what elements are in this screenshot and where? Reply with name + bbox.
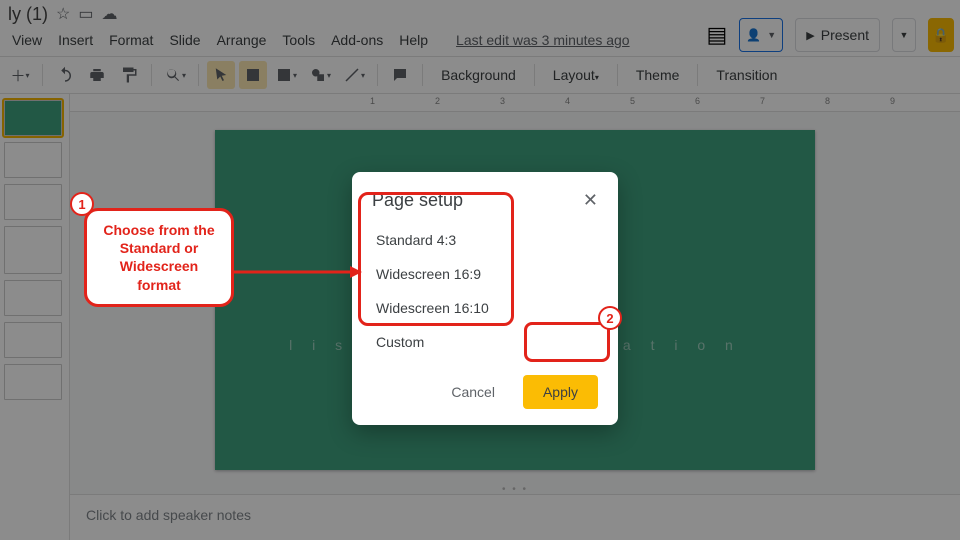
page-setup-options: Standard 4:3 Widescreen 16:9 Widescreen …: [352, 221, 618, 361]
slide-thumb[interactable]: [4, 142, 62, 178]
star-icon[interactable]: ☆: [56, 4, 70, 24]
image-tool[interactable]: ▾: [271, 61, 301, 89]
present-button[interactable]: ▶ Present: [795, 18, 880, 52]
theme-button[interactable]: Theme: [626, 67, 690, 83]
slide-thumb[interactable]: [4, 364, 62, 400]
caret-down-icon: ▼: [900, 30, 909, 40]
annotation-badge-1: 1: [70, 192, 94, 216]
cloud-icon[interactable]: ☁: [101, 4, 117, 24]
doc-title[interactable]: ly (1): [8, 4, 48, 25]
close-icon[interactable]: ✕: [583, 190, 598, 211]
cancel-button[interactable]: Cancel: [431, 375, 515, 409]
option-standard[interactable]: Standard 4:3: [352, 223, 618, 257]
slide-thumb[interactable]: [4, 184, 62, 220]
notes-resize-handle[interactable]: • • •: [70, 484, 960, 494]
select-tool[interactable]: [207, 61, 235, 89]
menu-format[interactable]: Format: [109, 32, 153, 48]
lock-button[interactable]: 🔒: [928, 18, 954, 52]
menu-arrange[interactable]: Arrange: [217, 32, 267, 48]
share-dropdown[interactable]: 👤 ▼: [739, 18, 783, 52]
slide-thumb[interactable]: [4, 226, 62, 274]
background-button[interactable]: Background: [431, 67, 526, 83]
menu-insert[interactable]: Insert: [58, 32, 93, 48]
option-custom[interactable]: Custom: [352, 325, 618, 359]
option-widescreen-169[interactable]: Widescreen 16:9: [352, 257, 618, 291]
page-setup-dialog: Page setup ✕ Standard 4:3 Widescreen 16:…: [352, 172, 618, 425]
menu-help[interactable]: Help: [399, 32, 428, 48]
lock-icon: 🔒: [932, 27, 949, 44]
option-widescreen-1610[interactable]: Widescreen 16:10: [352, 291, 618, 325]
present-label: Present: [821, 27, 869, 43]
present-dropdown[interactable]: ▼: [892, 18, 916, 52]
textbox-tool[interactable]: [239, 61, 267, 89]
comment-tool[interactable]: [386, 61, 414, 89]
layout-button[interactable]: Layout▾: [543, 67, 609, 83]
menu-slide[interactable]: Slide: [169, 32, 200, 48]
slide-thumb[interactable]: [4, 280, 62, 316]
title-bar-right: ▤ 👤 ▼ ▶ Present ▼ 🔒: [706, 18, 954, 52]
toolbar: ＋▾ ▾ ▾ ▾ ▾ Background Layout▾ Theme Tran…: [0, 56, 960, 94]
caret-down-icon: ▼: [767, 30, 776, 40]
last-edit-link[interactable]: Last edit was 3 minutes ago: [456, 32, 630, 48]
dialog-title: Page setup: [372, 190, 463, 211]
annotation-callout: Choose from the Standard or Widescreen f…: [84, 208, 234, 307]
zoom-button[interactable]: ▾: [160, 61, 190, 89]
apply-button[interactable]: Apply: [523, 375, 598, 409]
menu-addons[interactable]: Add-ons: [331, 32, 383, 48]
move-icon[interactable]: ▭: [78, 4, 93, 24]
slide-thumb[interactable]: [4, 100, 62, 136]
comments-icon[interactable]: ▤: [706, 22, 727, 48]
play-icon: ▶: [806, 29, 814, 42]
annotation-badge-2: 2: [598, 306, 622, 330]
line-tool[interactable]: ▾: [339, 61, 369, 89]
undo-button[interactable]: [51, 61, 79, 89]
thumbnail-rail[interactable]: [0, 94, 70, 540]
transition-button[interactable]: Transition: [706, 67, 787, 83]
shape-tool[interactable]: ▾: [305, 61, 335, 89]
paint-format-button[interactable]: [115, 61, 143, 89]
menu-view[interactable]: View: [12, 32, 42, 48]
menu-tools[interactable]: Tools: [282, 32, 315, 48]
new-slide-button[interactable]: ＋▾: [6, 61, 34, 89]
horizontal-ruler: 1 2 3 4 5 6 7 8 9: [70, 94, 960, 112]
speaker-notes[interactable]: Click to add speaker notes: [70, 494, 960, 540]
person-icon: 👤: [746, 28, 761, 42]
annotation-arrow: [234, 262, 364, 282]
print-button[interactable]: [83, 61, 111, 89]
slide-thumb[interactable]: [4, 322, 62, 358]
